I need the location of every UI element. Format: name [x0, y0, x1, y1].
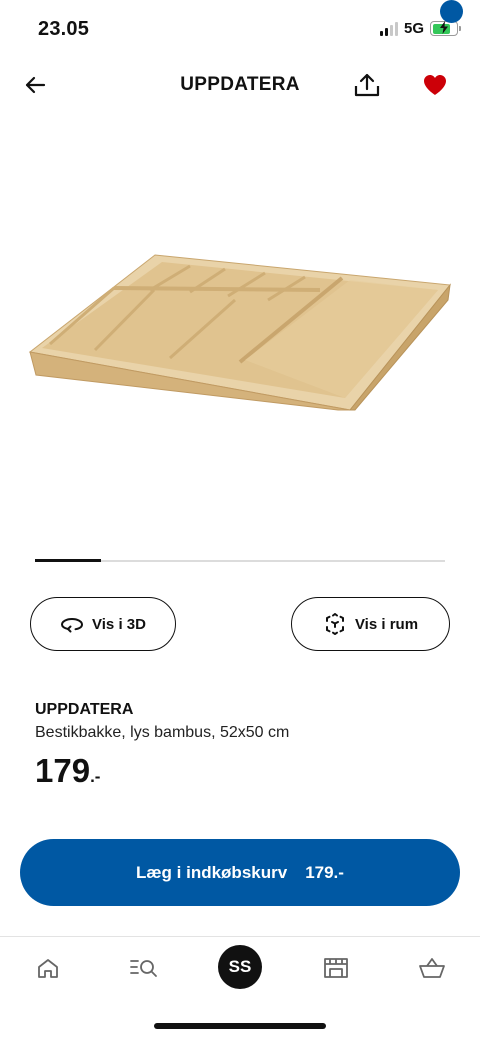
tab-search[interactable] — [124, 951, 164, 985]
view-in-room-label: Vis i rum — [354, 615, 419, 633]
share-icon — [354, 73, 380, 97]
product-image[interactable] — [20, 230, 460, 430]
ar-cube-icon — [325, 613, 344, 635]
view-in-room-button[interactable]: Vis i rum — [291, 597, 450, 651]
status-indicators: 5G — [379, 20, 461, 37]
battery-icon — [430, 21, 461, 36]
home-icon — [38, 959, 58, 978]
basket-icon — [419, 958, 445, 978]
favorite-button[interactable] — [420, 70, 450, 100]
price-amount: 179 — [35, 752, 91, 789]
status-bar: 23.05 5G — [0, 0, 480, 60]
heart-icon — [424, 75, 446, 95]
tab-store[interactable] — [316, 951, 356, 985]
carousel-progress-indicator — [35, 559, 101, 562]
status-time: 23.05 — [38, 18, 90, 40]
share-button[interactable] — [352, 70, 382, 100]
cart-badge — [440, 0, 463, 23]
signal-icon — [379, 21, 398, 36]
rotate-3d-icon — [61, 617, 84, 633]
view-3d-button[interactable]: Vis i 3D — [30, 597, 176, 651]
tab-cart[interactable] — [412, 951, 452, 985]
view-3d-label: Vis i 3D — [92, 615, 146, 633]
add-to-cart-button[interactable]: Læg i indkøbskurv 179.- — [20, 839, 460, 906]
image-carousel-progress — [35, 559, 445, 562]
price-suffix: .- — [90, 767, 101, 786]
tab-home[interactable] — [28, 951, 68, 985]
store-icon — [324, 958, 348, 978]
add-to-cart-price: 179.- — [305, 862, 344, 882]
network-label: 5G — [403, 20, 424, 37]
product-price: 179.- — [35, 752, 100, 790]
product-name: UPPDATERA — [35, 701, 134, 718]
page-title: UPPDATERA — [180, 74, 300, 95]
home-indicator — [154, 1023, 326, 1029]
add-to-cart-label: Læg i indkøbskurv — [136, 862, 288, 882]
product-description: Bestikbakke, lys bambus, 52x50 cm — [35, 724, 290, 741]
search-list-icon — [130, 960, 157, 977]
top-nav-bar: UPPDATERA — [0, 60, 480, 110]
tab-profile[interactable]: SS — [218, 945, 262, 989]
